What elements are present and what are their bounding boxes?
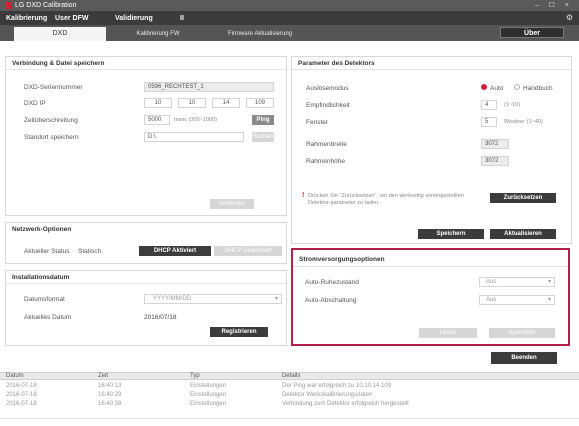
log-cell-details: Detektor Werkskalibrierungsdaten xyxy=(282,392,373,398)
log-col-details: Details xyxy=(282,373,301,379)
radio-manual[interactable] xyxy=(514,84,520,90)
app-logo-icon xyxy=(5,2,12,9)
exit-button[interactable]: Beenden xyxy=(491,352,557,364)
menu-extra[interactable]: II xyxy=(180,14,184,23)
power-options-highlight xyxy=(291,248,570,346)
frame-width-label: Rahmenbreite xyxy=(306,141,347,148)
warning-icon: ! xyxy=(302,192,305,199)
log-table-header: Datum Zeit Typ Details xyxy=(0,372,579,380)
connect-button[interactable]: Verbinden xyxy=(210,199,254,209)
sensitivity-range: (1~10) xyxy=(504,102,521,108)
ip-octet-4[interactable]: 109 xyxy=(246,98,274,108)
detector-panel: Parameter des Detektors Auslösemodus Aut… xyxy=(291,56,572,244)
log-col-type: Typ xyxy=(190,373,200,379)
log-cell-type: Einstellungen xyxy=(190,392,227,398)
detector-save-button[interactable]: Speichern xyxy=(418,229,484,239)
log-cell-details: Der Ping war erfolgreich zu 10.10.14.109 xyxy=(282,383,392,389)
tab-firmware-update[interactable]: Firmware Aktualisierung xyxy=(210,27,310,41)
divider xyxy=(6,69,286,70)
table-row[interactable]: 2016-07-18 16:40:38 Einstellungen Verbin… xyxy=(0,400,579,409)
log-cell-time: 16:40:38 xyxy=(98,401,122,407)
sensitivity-field[interactable]: 4 xyxy=(481,100,497,110)
current-date-value: 2016/07/18 xyxy=(144,314,177,321)
browse-button[interactable]: Suchen xyxy=(252,132,274,142)
frame-height-label: Rahmenhöhe xyxy=(306,158,346,165)
chevron-down-icon: ▾ xyxy=(274,296,278,302)
log-cell-details: Verbindung zum Detektor erfolgreich herg… xyxy=(282,401,409,407)
ping-button[interactable]: Ping xyxy=(252,115,274,125)
tab-kalibrierung-fw[interactable]: Kalibrierung FW xyxy=(108,27,208,41)
serial-label: DXD-Seriennummer xyxy=(24,84,83,91)
serial-field[interactable]: 0596_RECHTEST_1 xyxy=(144,82,274,92)
table-row[interactable]: 2016-07-18 16:40:13 Einstellungen Der Pi… xyxy=(0,382,579,391)
log-cell-type: Einstellungen xyxy=(190,401,227,407)
ip-label: DXD IP xyxy=(24,100,46,107)
window-controls[interactable]: – ☐ × xyxy=(535,1,573,10)
register-button[interactable]: Registrieren xyxy=(210,327,268,337)
menu-bar: Kalibrierung User DFW Validierung II ⚙ xyxy=(0,11,579,25)
menu-validierung[interactable]: Validierung xyxy=(115,14,153,23)
status-bar xyxy=(0,418,579,426)
dhcp-enable-button[interactable]: DHCP Aktiviert xyxy=(139,246,211,256)
log-col-time: Zeit xyxy=(98,373,109,379)
network-title: Netzwerk-Optionen xyxy=(12,226,72,233)
log-col-date: Datum xyxy=(6,373,24,379)
radio-auto-selected[interactable] xyxy=(481,84,487,90)
date-format-label: Datumsformat xyxy=(24,296,65,303)
ip-octet-2[interactable]: 10 xyxy=(178,98,206,108)
timeout-unit: msec (300~1000) xyxy=(174,117,217,123)
menu-user-dfw[interactable]: User DFW xyxy=(55,14,88,23)
detector-title: Parameter des Detektors xyxy=(298,60,375,67)
table-row[interactable]: 2016-07-18 16:40:29 Einstellungen Detekt… xyxy=(0,391,579,400)
dhcp-disable-button[interactable]: DHCP Deaktiviert xyxy=(214,246,282,256)
save-location-label: Standort speichern xyxy=(24,134,79,141)
timeout-field[interactable]: 5000 xyxy=(144,115,170,125)
log-cell-time: 16:40:29 xyxy=(98,392,122,398)
gear-icon[interactable]: ⚙ xyxy=(566,13,573,22)
date-format-select[interactable]: YYYY/MM/DD ▾ xyxy=(144,294,282,304)
install-date-panel: Installationsdatum Datumsformat YYYY/MM/… xyxy=(5,270,287,346)
divider xyxy=(292,69,571,70)
title-bar: LG DXD Calibration – ☐ × xyxy=(0,0,579,11)
network-panel: Netzwerk-Optionen Aktueller Status Stati… xyxy=(5,222,287,264)
about-button[interactable]: Über xyxy=(500,27,564,38)
sensitivity-label: Empfindlichkeit xyxy=(306,102,350,109)
connection-panel: Verbindung & Datei speichern DXD-Serienn… xyxy=(5,56,287,216)
radio-auto-label: Auto xyxy=(490,85,504,92)
status-value: Statisch xyxy=(78,248,102,255)
log-cell-type: Einstellungen xyxy=(190,383,227,389)
install-title: Installationsdatum xyxy=(12,274,70,281)
window-field[interactable]: 5 xyxy=(481,117,497,127)
log-cell-date: 2016-07-18 xyxy=(6,383,37,389)
tab-dxd[interactable]: DXD xyxy=(14,27,106,41)
tab-bar: DXD Kalibrierung FW Firmware Aktualisier… xyxy=(0,25,579,41)
reset-note: Drücken Sie "Zurücksetzen", um den werks… xyxy=(308,193,464,206)
log-cell-date: 2016-07-18 xyxy=(6,392,37,398)
trigger-label: Auslösemodus xyxy=(306,85,349,92)
status-label: Aktueller Status xyxy=(24,248,70,255)
divider xyxy=(6,283,286,284)
date-format-value: YYYY/MM/DD xyxy=(153,296,192,302)
refresh-button[interactable]: Aktualisieren xyxy=(490,229,556,239)
connection-title: Verbindung & Datei speichern xyxy=(12,60,105,67)
ip-octet-1[interactable]: 10 xyxy=(144,98,172,108)
window-label: Fenster xyxy=(306,119,329,126)
timeout-label: Zeitüberschreitung xyxy=(24,117,78,124)
window-range: Window: (1~40) xyxy=(504,119,543,125)
ip-octet-3[interactable]: 14 xyxy=(212,98,240,108)
menu-kalibrierung[interactable]: Kalibrierung xyxy=(6,14,47,23)
radio-manual-label: Handbuch xyxy=(523,85,553,92)
frame-height-value: 3072 xyxy=(481,156,509,166)
frame-width-value: 3072 xyxy=(481,139,509,149)
reset-button[interactable]: Zurücksetzen xyxy=(490,193,556,203)
log-cell-date: 2016-07-18 xyxy=(6,401,37,407)
window-title: LG DXD Calibration xyxy=(15,2,77,9)
current-date-label: Aktuelles Datum xyxy=(24,314,72,321)
save-location-field[interactable]: D:\ xyxy=(144,132,244,142)
log-cell-time: 16:40:13 xyxy=(98,383,122,389)
